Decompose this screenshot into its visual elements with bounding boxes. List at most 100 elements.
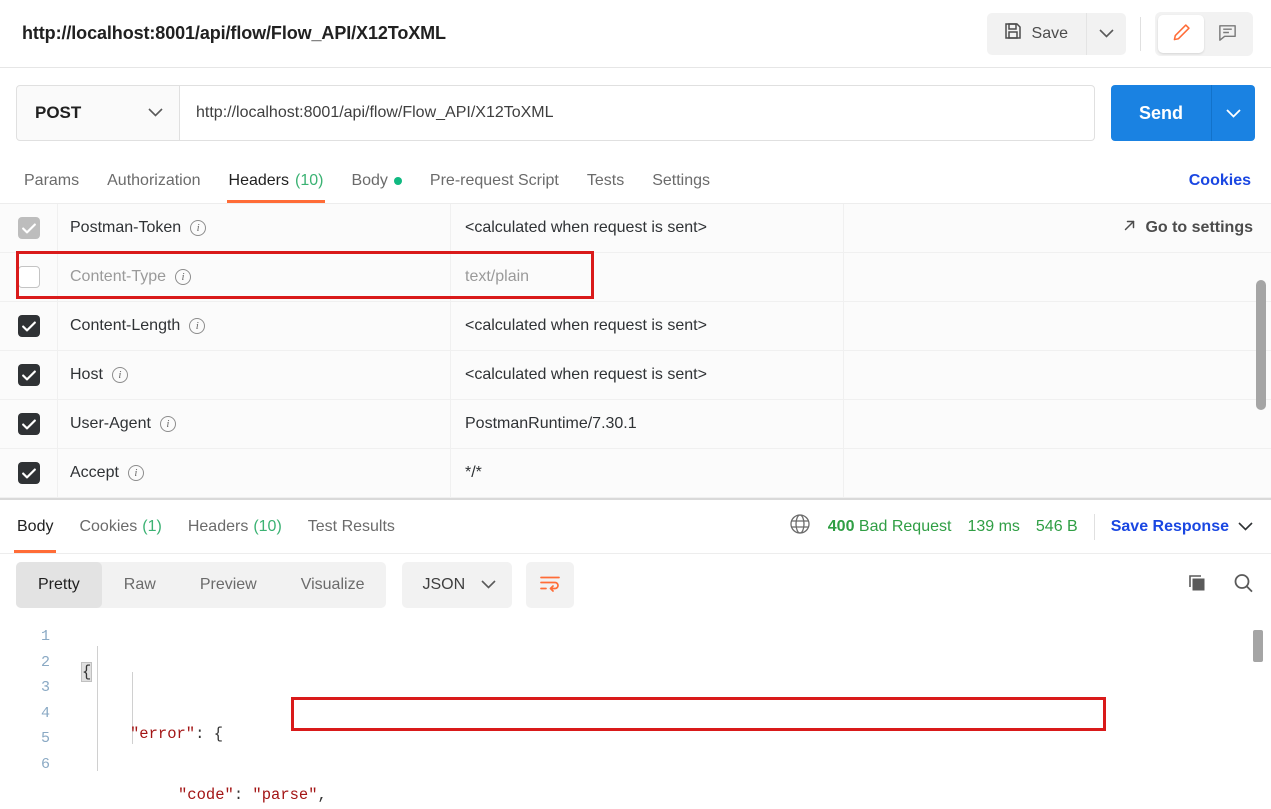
header-enabled-checkbox[interactable] bbox=[17, 266, 40, 288]
header-enabled-checkbox[interactable] bbox=[17, 413, 40, 435]
info-icon[interactable]: i bbox=[111, 367, 128, 383]
search-icon[interactable] bbox=[1231, 571, 1255, 600]
header-key-cell[interactable]: Accept i bbox=[58, 449, 451, 497]
line-number: 3 bbox=[40, 679, 50, 696]
send-options-button[interactable] bbox=[1211, 85, 1255, 141]
tab-count: (1) bbox=[142, 517, 162, 535]
view-raw-button[interactable]: Raw bbox=[102, 562, 178, 608]
tab-count: (10) bbox=[295, 171, 324, 189]
row-checkbox-cell bbox=[0, 400, 58, 448]
header-key-cell[interactable]: Host i bbox=[58, 351, 451, 399]
response-format-select[interactable]: JSON bbox=[402, 562, 513, 608]
header-description-cell[interactable] bbox=[844, 400, 1271, 448]
view-pretty-button[interactable]: Pretty bbox=[16, 562, 102, 608]
copy-icon[interactable] bbox=[1185, 571, 1209, 600]
header-key-text: Content-Length bbox=[70, 317, 181, 334]
tab-params[interactable]: Params bbox=[10, 158, 93, 203]
table-row[interactable]: Content-Length i <calculated when reques… bbox=[0, 302, 1271, 351]
word-wrap-icon bbox=[539, 574, 561, 597]
header-value-cell[interactable]: <calculated when request is sent> bbox=[451, 302, 844, 350]
header-key-text: User-Agent bbox=[70, 415, 151, 432]
word-wrap-button[interactable] bbox=[526, 562, 575, 608]
response-tab-test-results[interactable]: Test Results bbox=[295, 500, 408, 553]
header-key-text: Accept bbox=[70, 464, 119, 481]
header-description-cell[interactable] bbox=[844, 253, 1271, 301]
tab-label: Settings bbox=[652, 171, 711, 189]
tab-settings[interactable]: Settings bbox=[638, 158, 724, 203]
response-body-code[interactable]: 1 2 3 4 5 6 { "error": { "code": "parse"… bbox=[0, 616, 1271, 809]
save-button[interactable]: Save bbox=[986, 12, 1086, 55]
header-key-cell[interactable]: Content-Type i bbox=[58, 253, 451, 301]
send-button-group: Send bbox=[1110, 85, 1255, 141]
edit-request-button[interactable] bbox=[1158, 14, 1204, 53]
code-scrollbar-thumb[interactable] bbox=[1253, 630, 1263, 662]
save-options-button[interactable] bbox=[1086, 12, 1126, 55]
url-bar: POST http://localhost:8001/api/flow/Flow… bbox=[0, 68, 1271, 158]
save-button-label: Save bbox=[1031, 24, 1068, 42]
headers-scrollbar-thumb[interactable] bbox=[1256, 280, 1266, 410]
info-icon[interactable]: i bbox=[175, 269, 192, 285]
save-response-button[interactable]: Save Response bbox=[1111, 518, 1253, 536]
json-punct: : { bbox=[195, 724, 224, 743]
row-checkbox-cell bbox=[0, 449, 58, 497]
info-icon[interactable]: i bbox=[190, 220, 207, 236]
tab-label: Body bbox=[17, 517, 54, 535]
table-row[interactable]: Postman-Token i <calculated when request… bbox=[0, 204, 1271, 253]
response-tab-cookies[interactable]: Cookies (1) bbox=[66, 500, 174, 553]
tab-label: Pre-request Script bbox=[429, 171, 559, 189]
table-row[interactable]: Host i <calculated when request is sent> bbox=[0, 351, 1271, 400]
headers-scrollbar[interactable] bbox=[1256, 204, 1266, 498]
header-value-cell[interactable]: */* bbox=[451, 449, 844, 497]
header-key-cell[interactable]: Content-Length i bbox=[58, 302, 451, 350]
comments-button[interactable] bbox=[1204, 15, 1250, 53]
send-button[interactable]: Send bbox=[1110, 85, 1211, 141]
header-key-cell[interactable]: Postman-Token i bbox=[58, 204, 451, 252]
header-value-cell[interactable]: PostmanRuntime/7.30.1 bbox=[451, 400, 844, 448]
line-number: 1 bbox=[40, 628, 50, 645]
chevron-down-icon bbox=[1099, 26, 1114, 41]
json-open-brace: { bbox=[80, 662, 93, 682]
tab-authorization[interactable]: Authorization bbox=[93, 158, 214, 203]
table-row[interactable]: Accept i */* bbox=[0, 449, 1271, 498]
json-value-code: "parse" bbox=[252, 786, 318, 804]
response-tab-headers[interactable]: Headers (10) bbox=[175, 500, 295, 553]
info-icon[interactable]: i bbox=[189, 318, 206, 334]
header-value-cell[interactable]: text/plain bbox=[451, 253, 844, 301]
header-enabled-checkbox[interactable] bbox=[17, 462, 40, 484]
header-enabled-checkbox[interactable] bbox=[17, 217, 40, 239]
go-to-settings-link[interactable]: Go to settings bbox=[1122, 218, 1253, 238]
header-description-cell[interactable] bbox=[844, 449, 1271, 497]
status-badge: 400 Bad Request bbox=[828, 518, 952, 536]
tab-tests[interactable]: Tests bbox=[573, 158, 638, 203]
header-description-cell[interactable]: Go to settings bbox=[844, 204, 1271, 252]
header-description-cell[interactable] bbox=[844, 302, 1271, 350]
header-enabled-checkbox[interactable] bbox=[17, 315, 40, 337]
tab-headers[interactable]: Headers (10) bbox=[215, 158, 338, 203]
view-preview-button[interactable]: Preview bbox=[178, 562, 279, 608]
view-visualize-button[interactable]: Visualize bbox=[279, 562, 387, 608]
table-row[interactable]: User-Agent i PostmanRuntime/7.30.1 bbox=[0, 400, 1271, 449]
header-enabled-checkbox[interactable] bbox=[17, 364, 40, 386]
info-icon[interactable]: i bbox=[159, 416, 176, 432]
table-row[interactable]: Content-Type i text/plain bbox=[0, 253, 1271, 302]
chevron-down-icon bbox=[481, 576, 496, 594]
code-scrollbar[interactable] bbox=[1253, 620, 1263, 805]
http-method-select[interactable]: POST bbox=[16, 85, 180, 141]
line-number: 4 bbox=[40, 704, 50, 722]
tab-label: Test Results bbox=[307, 517, 395, 535]
arrow-up-right-icon bbox=[1122, 218, 1137, 238]
response-tab-body[interactable]: Body bbox=[4, 500, 66, 553]
header-key-cell[interactable]: User-Agent i bbox=[58, 400, 451, 448]
line-number: 5 bbox=[40, 730, 50, 747]
url-input[interactable]: http://localhost:8001/api/flow/Flow_API/… bbox=[180, 85, 1095, 141]
globe-icon[interactable] bbox=[788, 512, 812, 541]
tab-body[interactable]: Body bbox=[337, 158, 415, 203]
view-toggle-group bbox=[1155, 11, 1253, 56]
tab-pre-request-script[interactable]: Pre-request Script bbox=[416, 158, 573, 203]
info-icon[interactable]: i bbox=[127, 465, 144, 481]
cookies-link[interactable]: Cookies bbox=[1189, 172, 1251, 190]
header-value-cell[interactable]: <calculated when request is sent> bbox=[451, 351, 844, 399]
header-value-cell[interactable]: <calculated when request is sent> bbox=[451, 204, 844, 252]
header-description-cell[interactable] bbox=[844, 351, 1271, 399]
tab-label: Body bbox=[351, 171, 388, 189]
